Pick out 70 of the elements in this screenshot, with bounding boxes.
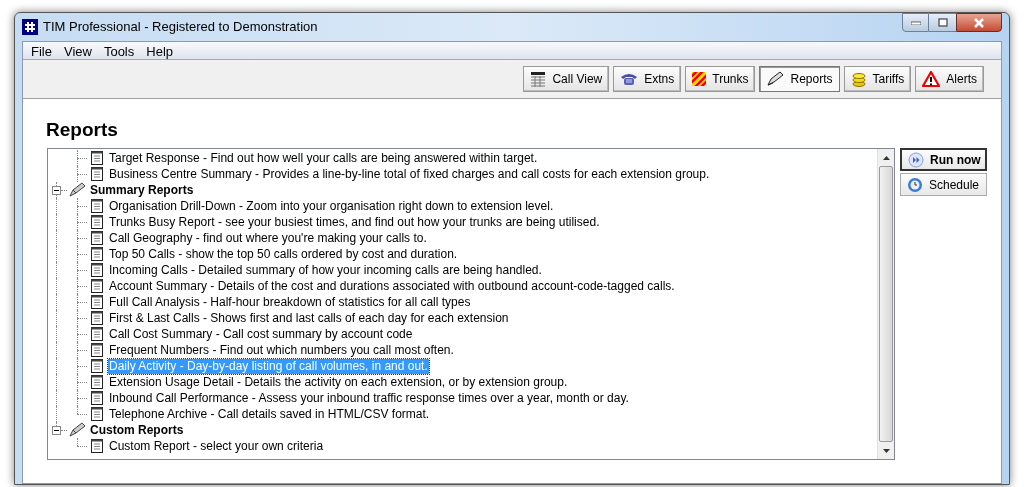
schedule-button[interactable]: Schedule: [900, 173, 987, 196]
document-icon: [90, 358, 104, 374]
document-icon: [90, 230, 104, 246]
tree-item[interactable]: First & Last Calls - Shows first and last calls of each day for each extension: [108, 310, 510, 326]
document-icon: [90, 294, 104, 310]
maximize-button[interactable]: [929, 13, 956, 32]
menu-item[interactable]: View: [57, 41, 98, 60]
toolbar-tab[interactable]: Reports: [759, 66, 840, 92]
menu-item[interactable]: Help: [140, 41, 179, 60]
tree-item[interactable]: Target Response - Find out how well your calls are being answered within target.: [108, 150, 539, 166]
scrollbar[interactable]: [877, 149, 894, 459]
document-icon: [90, 390, 104, 406]
tree-item[interactable]: Call Cost Summary - Call cost summary by account code: [108, 326, 414, 342]
tree-item[interactable]: Telephone Archive - Call details saved in HTML/CSV format.: [108, 406, 431, 422]
document-icon: [90, 342, 104, 358]
collapse-toggle-icon[interactable]: [52, 425, 61, 435]
document-icon: [90, 262, 104, 278]
striped-square-icon: [692, 72, 707, 86]
tree-item[interactable]: Full Call Analysis - Half-hour breakdown of statistics for all call types: [108, 294, 472, 310]
group-label: Summary Reports: [90, 182, 194, 199]
tree-item[interactable]: Extension Usage Detail - Details the activity on each extension, or by extension group.: [108, 374, 569, 390]
close-button[interactable]: [956, 13, 1002, 32]
run-now-button[interactable]: Run now: [900, 148, 987, 171]
telephone-icon: [620, 72, 639, 86]
document-icon: [90, 326, 104, 342]
document-icon: [90, 438, 104, 454]
window-title: TIM Professional - Registered to Demonstration: [43, 18, 318, 37]
document-icon: [90, 166, 104, 182]
collapse-toggle-icon[interactable]: [52, 185, 61, 195]
toolbar-tab[interactable]: Alerts: [915, 66, 984, 92]
menu-item[interactable]: Tools: [97, 41, 141, 60]
document-icon: [90, 150, 104, 166]
document-icon: [90, 374, 104, 390]
toolbar-tab[interactable]: Extns: [613, 66, 682, 92]
pen-icon: [68, 182, 86, 198]
toolbar-tab[interactable]: Tariffs: [843, 66, 912, 92]
group-label: Custom Reports: [90, 422, 184, 439]
warning-icon: [922, 71, 941, 87]
tree-item[interactable]: Incoming Calls - Detailed summary of how your incoming calls are being handled.: [108, 262, 543, 278]
tree-item[interactable]: Top 50 Calls - show the top 50 calls ordered by cost and duration.: [108, 246, 459, 262]
tree-item[interactable]: Organisation Drill-Down - Zoom into your organisation right down to extension level.: [108, 198, 555, 214]
coins-icon: [850, 71, 867, 87]
document-icon: [90, 406, 104, 422]
document-icon: [90, 214, 104, 230]
pen-icon: [766, 71, 785, 87]
maximize-icon: [937, 18, 948, 27]
tree-item[interactable]: Trunks Busy Report - see your busiest times, and find out how your trunks are being utilised.: [108, 214, 601, 230]
minimize-icon: [910, 20, 921, 25]
pen-icon: [68, 422, 86, 438]
tree-item[interactable]: Custom Report - select your own criteria: [108, 438, 325, 454]
document-icon: [90, 278, 104, 294]
tree-item[interactable]: Business Centre Summary - Provides a line-by-line total of fixed charges and call costs for each extension group.: [108, 166, 711, 182]
document-icon: [90, 246, 104, 262]
toolbar-tab[interactable]: Call View: [523, 66, 610, 92]
tree-item[interactable]: Call Geography - find out where you're making your calls to.: [108, 230, 428, 246]
tree-item[interactable]: Inbound Call Performance - Assess your inbound traffic response times over a year, month or day.: [108, 390, 630, 406]
clock-icon: [907, 176, 923, 193]
document-icon: [90, 198, 104, 214]
scroll-thumb[interactable]: [879, 166, 893, 442]
menu-item[interactable]: File: [25, 41, 58, 60]
minimize-button[interactable]: [902, 13, 929, 32]
tree-item[interactable]: Account Summary - Details of the cost and durations associated with outbound account-code-tagged calls.: [108, 278, 676, 294]
page-heading: Reports: [46, 118, 119, 142]
document-icon: [90, 310, 104, 326]
fast-forward-icon: [908, 151, 924, 168]
tree-item[interactable]: Frequent Numbers - Find out which numbers you call most often.: [108, 342, 455, 358]
close-icon: [973, 17, 985, 28]
app-logo-icon: [22, 19, 38, 35]
grid-icon: [530, 71, 547, 87]
toolbar-tab[interactable]: Trunks: [685, 66, 756, 92]
